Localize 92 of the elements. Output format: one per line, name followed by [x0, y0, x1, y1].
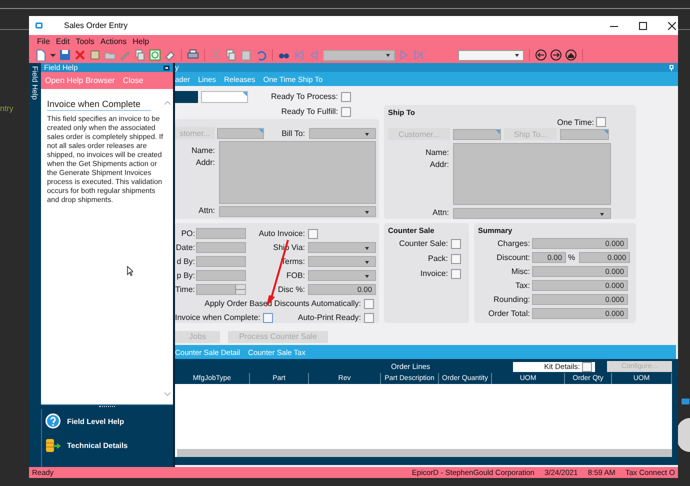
- scrollbar[interactable]: [177, 449, 672, 457]
- field-label: Time:: [175, 285, 195, 294]
- dropdown-field[interactable]: [308, 242, 376, 253]
- eraser-icon[interactable]: [164, 49, 176, 61]
- field-label: Addr:: [430, 160, 449, 169]
- dark-button[interactable]: [175, 90, 198, 102]
- field-label: Attn:: [432, 208, 449, 219]
- menu-item[interactable]: File: [37, 36, 50, 46]
- undo-icon[interactable]: [255, 49, 267, 61]
- field-label: Rounding:: [492, 295, 530, 304]
- checkbox[interactable]: [582, 362, 592, 372]
- input-field[interactable]: [453, 128, 501, 140]
- input-field[interactable]: [216, 128, 264, 138]
- field-label: Bill To:: [282, 128, 305, 138]
- input-field[interactable]: [201, 90, 248, 102]
- field-label: p By:: [176, 271, 195, 280]
- menu-item[interactable]: Help: [132, 36, 150, 46]
- field-label: Ready To Fulfill:: [281, 107, 338, 116]
- menu-item[interactable]: Tools: [76, 36, 94, 46]
- field-label: Invoice:: [420, 269, 448, 278]
- field-label: Invoice when Complete:: [175, 313, 260, 322]
- address-field[interactable]: [453, 143, 611, 205]
- field-label: One Time:: [557, 118, 594, 126]
- dropdown-field[interactable]: [323, 50, 395, 60]
- window-title: Sales Order Entry: [64, 21, 128, 30]
- field-label: Attn:: [198, 206, 215, 217]
- input-field[interactable]: [196, 256, 246, 267]
- database-arrow-icon[interactable]: [45, 437, 61, 453]
- input-field[interactable]: [560, 128, 609, 140]
- field-label: Pack:: [428, 254, 448, 263]
- avatar-placeholder: [677, 418, 690, 452]
- field-label: Charges:: [496, 239, 530, 248]
- print-icon[interactable]: [187, 49, 199, 61]
- checkbox[interactable]: [451, 254, 461, 264]
- copy-icon[interactable]: [134, 49, 146, 61]
- checkbox[interactable]: [364, 312, 374, 322]
- copy-icon[interactable]: [225, 49, 237, 61]
- checkbox[interactable]: [263, 312, 274, 322]
- field-label: PO:: [180, 229, 195, 238]
- field-label: Discount:: [496, 253, 530, 262]
- input-field[interactable]: [196, 242, 246, 253]
- dropdown-field[interactable]: [453, 208, 611, 219]
- input-field[interactable]: [196, 228, 246, 239]
- field-label: Name:: [191, 146, 215, 155]
- field-label: Tax:: [514, 281, 530, 290]
- close-icon[interactable]: [668, 22, 676, 30]
- checkbox[interactable]: [451, 268, 461, 278]
- spin-field[interactable]: [196, 284, 246, 295]
- dropdown-field[interactable]: [458, 50, 524, 60]
- menu-item[interactable]: Edit: [56, 36, 70, 46]
- field-label: Counter Sale:: [399, 239, 448, 248]
- percent-sign: %: [568, 253, 576, 262]
- new-document-icon[interactable]: [35, 49, 47, 61]
- back-icon[interactable]: [535, 49, 547, 61]
- save-icon[interactable]: [59, 49, 71, 61]
- field-label: Date:: [175, 243, 195, 252]
- field-label: Misc:: [510, 267, 530, 276]
- help-heading: Invoice when Complete: [47, 99, 151, 111]
- pin-icon[interactable]: [163, 64, 170, 70]
- help-icon[interactable]: [45, 413, 61, 429]
- address-field[interactable]: [219, 141, 376, 204]
- paste-icon[interactable]: [240, 49, 252, 61]
- dropdown-field[interactable]: [309, 128, 376, 138]
- menu-item[interactable]: Actions: [100, 36, 127, 46]
- checkbox[interactable]: [341, 106, 351, 116]
- desktop-text: ntry: [0, 104, 14, 113]
- field-label: d By:: [176, 257, 195, 266]
- input-field[interactable]: [196, 270, 246, 281]
- scroll-up-icon[interactable]: [164, 101, 171, 105]
- checkbox[interactable]: [596, 117, 606, 127]
- maximize-icon[interactable]: [639, 22, 647, 30]
- field-label: Order Total:: [487, 309, 530, 318]
- dropdown-field[interactable]: [219, 206, 376, 217]
- cursor-icon: [127, 266, 133, 276]
- field-label: FOB:: [285, 271, 305, 280]
- checkbox[interactable]: [341, 92, 351, 102]
- checkbox[interactable]: [308, 228, 318, 238]
- home-icon[interactable]: [565, 49, 577, 61]
- dropdown-field[interactable]: [308, 270, 376, 281]
- field-label: Name:: [425, 148, 449, 157]
- field-label: Addr:: [196, 158, 215, 167]
- checkbox[interactable]: [364, 298, 374, 308]
- checkbox[interactable]: [451, 238, 461, 248]
- field-label: Ready To Process:: [271, 92, 338, 101]
- forward-icon[interactable]: [550, 49, 562, 61]
- field-label: Auto Invoice:: [258, 229, 305, 238]
- field-label: Disc %:: [276, 285, 305, 294]
- field-label: Auto-Print Ready:: [298, 313, 361, 322]
- app-icon: [35, 22, 43, 29]
- scroll-down-icon[interactable]: [164, 392, 171, 396]
- dropdown-field[interactable]: [308, 256, 376, 267]
- tray-icon[interactable]: [681, 398, 690, 405]
